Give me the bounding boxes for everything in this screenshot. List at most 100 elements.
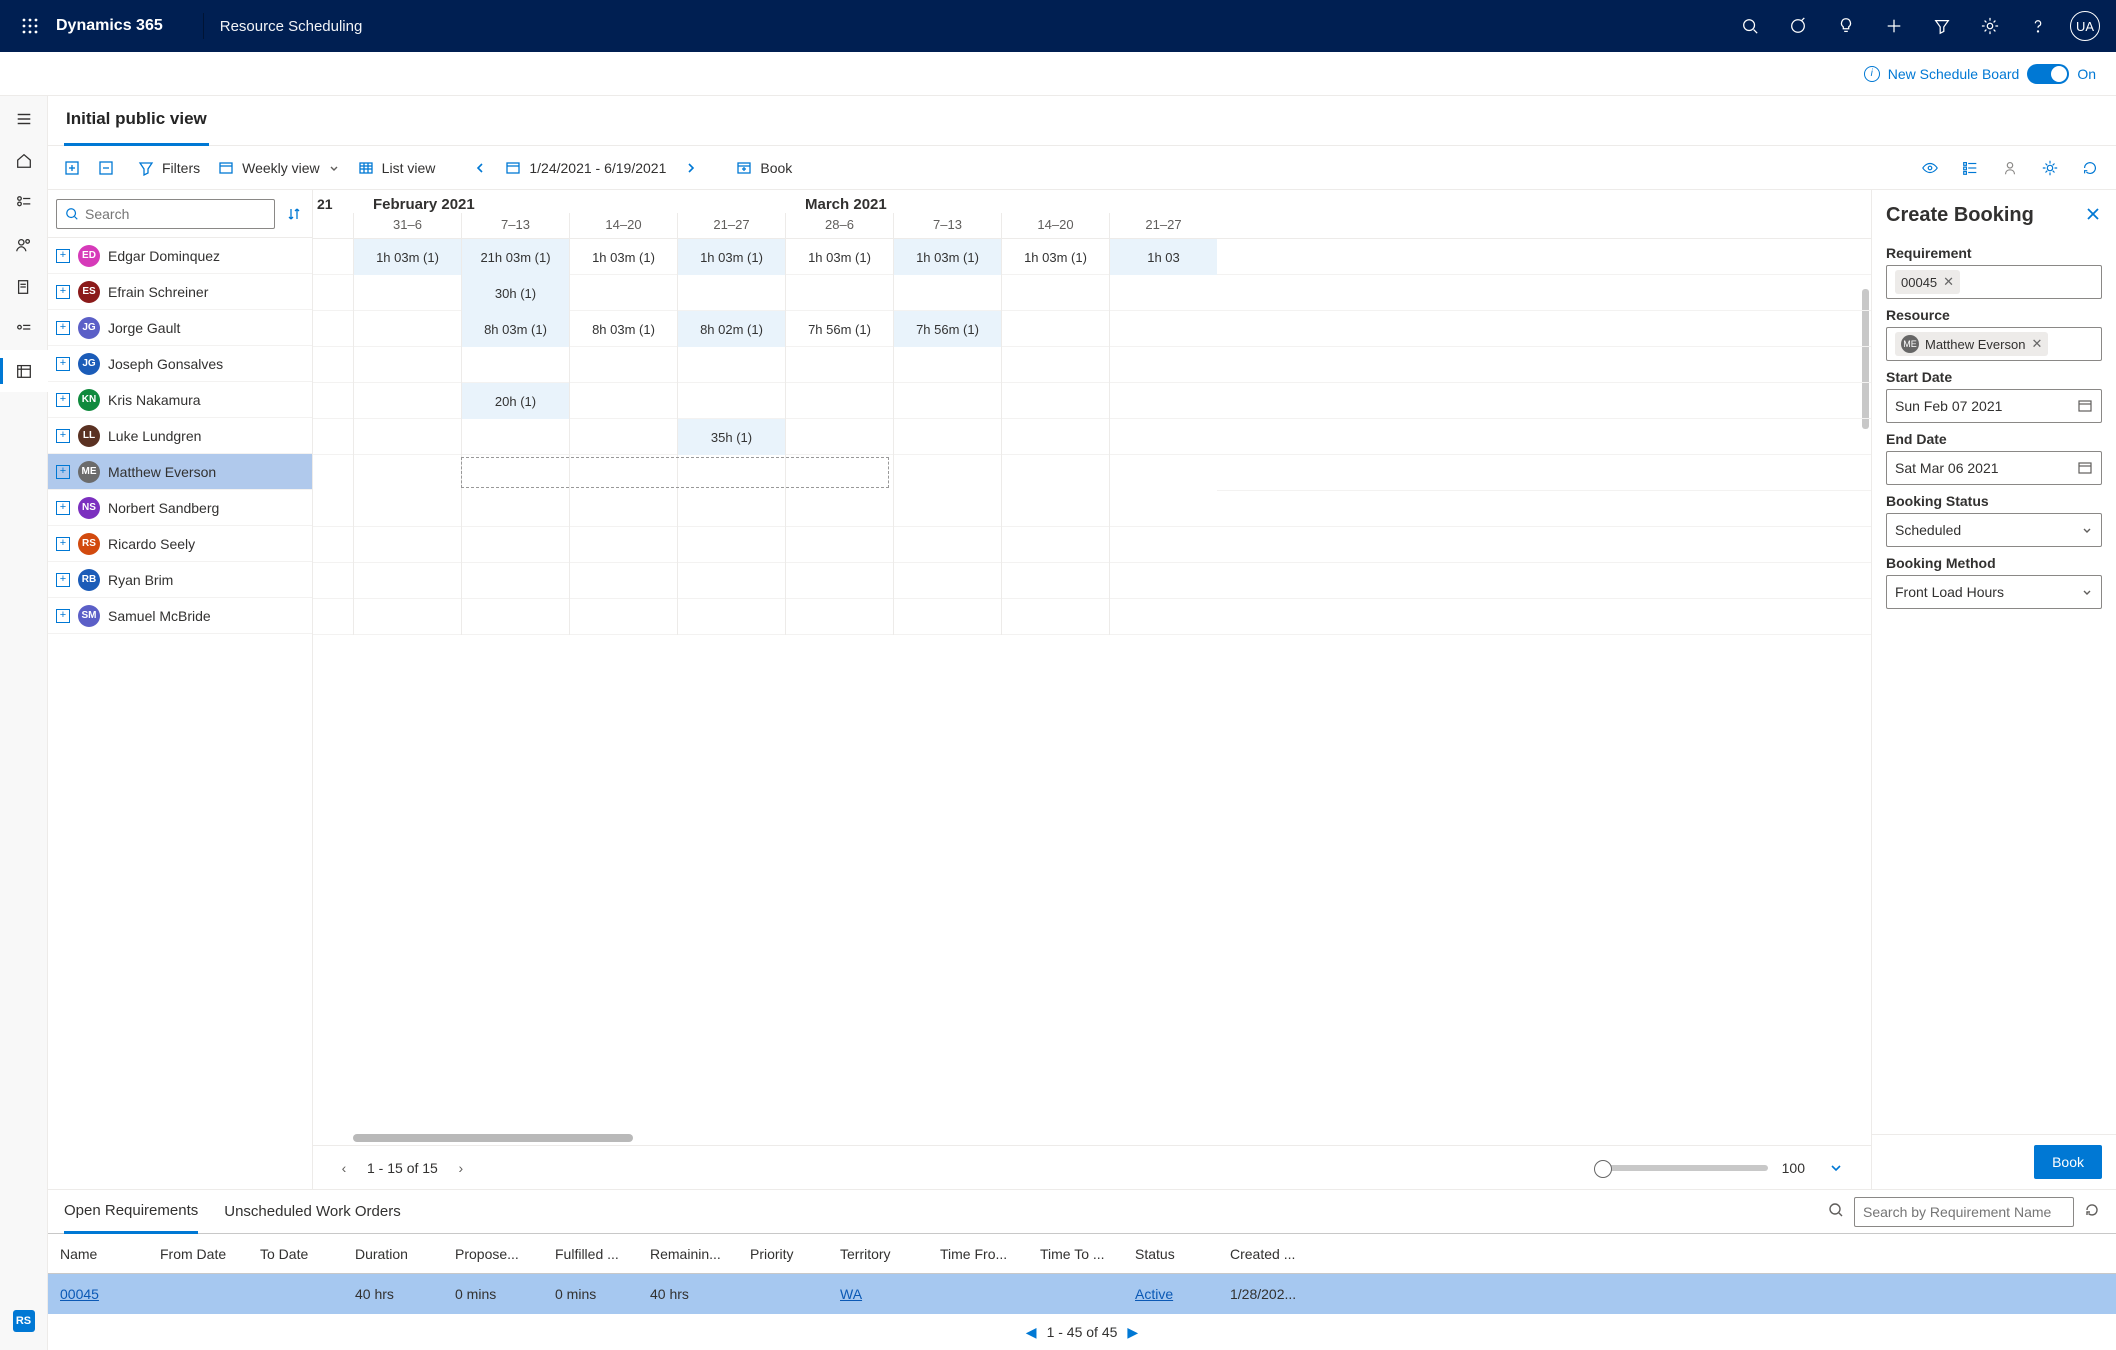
- expand-icon[interactable]: +: [56, 537, 70, 551]
- grid-cell[interactable]: [461, 455, 569, 491]
- resource-row[interactable]: + ES Efrain Schreiner: [48, 274, 312, 310]
- rail-home-icon[interactable]: [0, 140, 48, 182]
- grid-cell[interactable]: [893, 527, 1001, 563]
- grid-cell[interactable]: [785, 383, 893, 419]
- grid-cell[interactable]: 1h 03m (1): [569, 239, 677, 275]
- grid-cell[interactable]: [785, 491, 893, 527]
- grid-cell[interactable]: [461, 599, 569, 635]
- book-submit-button[interactable]: Book: [2034, 1145, 2102, 1179]
- grid-cell[interactable]: [1109, 491, 1217, 527]
- filters-button[interactable]: Filters: [130, 151, 208, 185]
- grid-cell[interactable]: [1001, 599, 1109, 635]
- end-date-field[interactable]: Sat Mar 06 2021: [1886, 451, 2102, 485]
- grid-cell[interactable]: [1001, 455, 1109, 491]
- grid-cell[interactable]: [569, 419, 677, 455]
- grid-cell[interactable]: [1109, 419, 1217, 455]
- resource-row[interactable]: + KN Kris Nakamura: [48, 382, 312, 418]
- pager-next-icon[interactable]: ›: [448, 1155, 474, 1181]
- grid-cell[interactable]: [1109, 599, 1217, 635]
- filter-icon[interactable]: [1918, 2, 1966, 50]
- grid-cell[interactable]: [893, 275, 1001, 311]
- grid-cell[interactable]: [677, 347, 785, 383]
- column-header[interactable]: Propose...: [443, 1246, 543, 1262]
- search-icon[interactable]: [1726, 2, 1774, 50]
- requirement-link[interactable]: 00045: [60, 1286, 99, 1302]
- grid-cell[interactable]: [1109, 383, 1217, 419]
- grid-cell[interactable]: 1h 03: [1109, 239, 1217, 275]
- grid-cell[interactable]: [1001, 563, 1109, 599]
- person-pin-icon[interactable]: [1992, 151, 2028, 185]
- rail-menu-icon[interactable]: [0, 98, 48, 140]
- resource-row[interactable]: + ED Edgar Dominquez: [48, 238, 312, 274]
- grid-cell[interactable]: [1001, 383, 1109, 419]
- expand-icon[interactable]: +: [56, 501, 70, 515]
- view-dropdown[interactable]: Weekly view: [210, 151, 348, 185]
- zoom-slider[interactable]: [1598, 1165, 1768, 1171]
- grid-cell[interactable]: [785, 347, 893, 383]
- grid-cell[interactable]: 1h 03m (1): [677, 239, 785, 275]
- grid-cell[interactable]: 7h 56m (1): [785, 311, 893, 347]
- grid-cell[interactable]: [569, 455, 677, 491]
- grid-cell[interactable]: [461, 563, 569, 599]
- grid-cell[interactable]: [1001, 491, 1109, 527]
- rail-schedule-icon[interactable]: [0, 350, 48, 392]
- grid-cell[interactable]: [1109, 527, 1217, 563]
- expand-icon[interactable]: +: [56, 573, 70, 587]
- grid-cell[interactable]: [569, 527, 677, 563]
- grid-cell[interactable]: [569, 347, 677, 383]
- grid-cell[interactable]: [893, 383, 1001, 419]
- date-range-picker[interactable]: 1/24/2021 - 6/19/2021: [497, 151, 674, 185]
- assistant-icon[interactable]: [1774, 2, 1822, 50]
- resource-row[interactable]: + JG Jorge Gault: [48, 310, 312, 346]
- resource-field[interactable]: MEMatthew Everson✕: [1886, 327, 2102, 361]
- grid-cell[interactable]: 8h 02m (1): [677, 311, 785, 347]
- expand-icon[interactable]: +: [56, 321, 70, 335]
- expand-icon[interactable]: +: [56, 249, 70, 263]
- grid-cell[interactable]: [1109, 347, 1217, 383]
- grid-cell[interactable]: [569, 491, 677, 527]
- grid-cell[interactable]: [677, 491, 785, 527]
- grid-cell[interactable]: [461, 527, 569, 563]
- grid-cell[interactable]: [353, 419, 461, 455]
- resource-row[interactable]: + NS Norbert Sandberg: [48, 490, 312, 526]
- user-avatar[interactable]: UA: [2070, 11, 2100, 41]
- grid-cell[interactable]: [1109, 275, 1217, 311]
- grid-cell[interactable]: 1h 03m (1): [785, 239, 893, 275]
- resource-row[interactable]: + SM Samuel McBride: [48, 598, 312, 634]
- rail-document-icon[interactable]: [0, 266, 48, 308]
- grid-cell[interactable]: 20h (1): [461, 383, 569, 419]
- grid-cell[interactable]: [461, 419, 569, 455]
- gear-icon[interactable]: [2032, 151, 2068, 185]
- grid-cell[interactable]: [1109, 311, 1217, 347]
- column-header[interactable]: Created ...: [1218, 1246, 1318, 1262]
- grid-cell[interactable]: [1001, 419, 1109, 455]
- grid-cell[interactable]: [785, 599, 893, 635]
- grid-cell[interactable]: [893, 347, 1001, 383]
- grid-cell[interactable]: [1001, 347, 1109, 383]
- zoom-chevron-icon[interactable]: [1819, 1160, 1853, 1176]
- settings-icon[interactable]: [1966, 2, 2014, 50]
- column-header[interactable]: Priority: [738, 1246, 828, 1262]
- resource-row[interactable]: + RB Ryan Brim: [48, 562, 312, 598]
- column-header[interactable]: To Date: [248, 1246, 343, 1262]
- sort-icon[interactable]: [283, 200, 304, 228]
- grid-cell[interactable]: [785, 275, 893, 311]
- grid-cell[interactable]: 30h (1): [461, 275, 569, 311]
- list-view-button[interactable]: List view: [350, 151, 444, 185]
- grid-cell[interactable]: [677, 383, 785, 419]
- grid-cell[interactable]: [785, 419, 893, 455]
- grid-cell[interactable]: [461, 491, 569, 527]
- resource-search-input[interactable]: [56, 199, 275, 229]
- grid-cell[interactable]: 8h 03m (1): [569, 311, 677, 347]
- grid-cell[interactable]: [353, 347, 461, 383]
- chip-clear-icon[interactable]: ✕: [1943, 274, 1954, 290]
- expand-rows-button[interactable]: [56, 151, 88, 185]
- status-link[interactable]: Active: [1135, 1286, 1173, 1302]
- grid-cell[interactable]: [893, 599, 1001, 635]
- grid-cell[interactable]: [569, 563, 677, 599]
- resource-row[interactable]: + RS Ricardo Seely: [48, 526, 312, 562]
- rail-rs-badge[interactable]: RS: [0, 1300, 48, 1342]
- table-row[interactable]: 00045 40 hrs 0 mins 0 mins 40 hrs WA Act…: [48, 1274, 2116, 1314]
- grid-cell[interactable]: [569, 383, 677, 419]
- close-icon[interactable]: [2084, 205, 2102, 226]
